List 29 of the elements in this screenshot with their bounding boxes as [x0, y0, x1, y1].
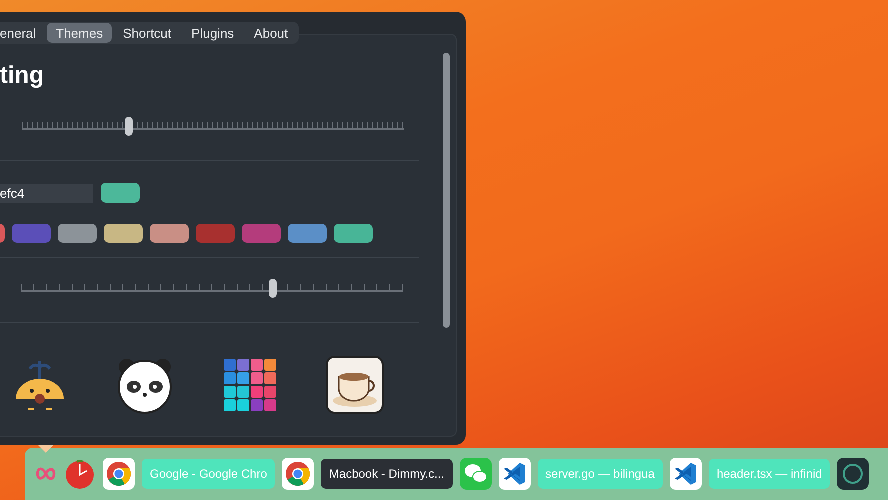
app-icon[interactable]	[837, 458, 870, 490]
coffee-cup-icon[interactable]	[325, 355, 385, 415]
size-slider[interactable]	[22, 116, 404, 136]
window-tab[interactable]: Macbook - Dimmy.c...	[321, 459, 453, 489]
color-swatch[interactable]	[242, 224, 281, 243]
opacity-slider[interactable]	[21, 278, 403, 298]
chrome-browser-icon[interactable]	[103, 458, 135, 490]
tab[interactable]: Themes	[47, 23, 112, 43]
slider-thumb[interactable]	[269, 279, 278, 298]
color-swatch[interactable]	[196, 224, 235, 243]
tab[interactable]: Shortcut	[114, 23, 181, 43]
color-input-field[interactable]: efc4	[0, 184, 93, 202]
color-swatch[interactable]	[12, 224, 51, 243]
chrome-browser-icon[interactable]	[282, 458, 314, 490]
tab[interactable]: eneral	[0, 23, 46, 43]
section-title: ting	[0, 62, 45, 90]
code-editor-icon[interactable]	[670, 458, 702, 490]
code-editor-icon[interactable]	[498, 458, 531, 490]
chat-bubbles-icon[interactable]	[460, 458, 492, 490]
scrollbar[interactable]	[443, 53, 450, 328]
color-swatch[interactable]	[334, 224, 373, 243]
color-swatch[interactable]	[288, 224, 327, 243]
color-swatch[interactable]	[58, 224, 97, 243]
color-swatch[interactable]	[104, 224, 143, 243]
tab[interactable]: Plugins	[182, 23, 244, 43]
tomato-clock-icon[interactable]	[64, 458, 96, 490]
slider-thumb[interactable]	[124, 117, 133, 136]
tab[interactable]: About	[245, 23, 298, 43]
color-swatch[interactable]	[150, 224, 189, 243]
